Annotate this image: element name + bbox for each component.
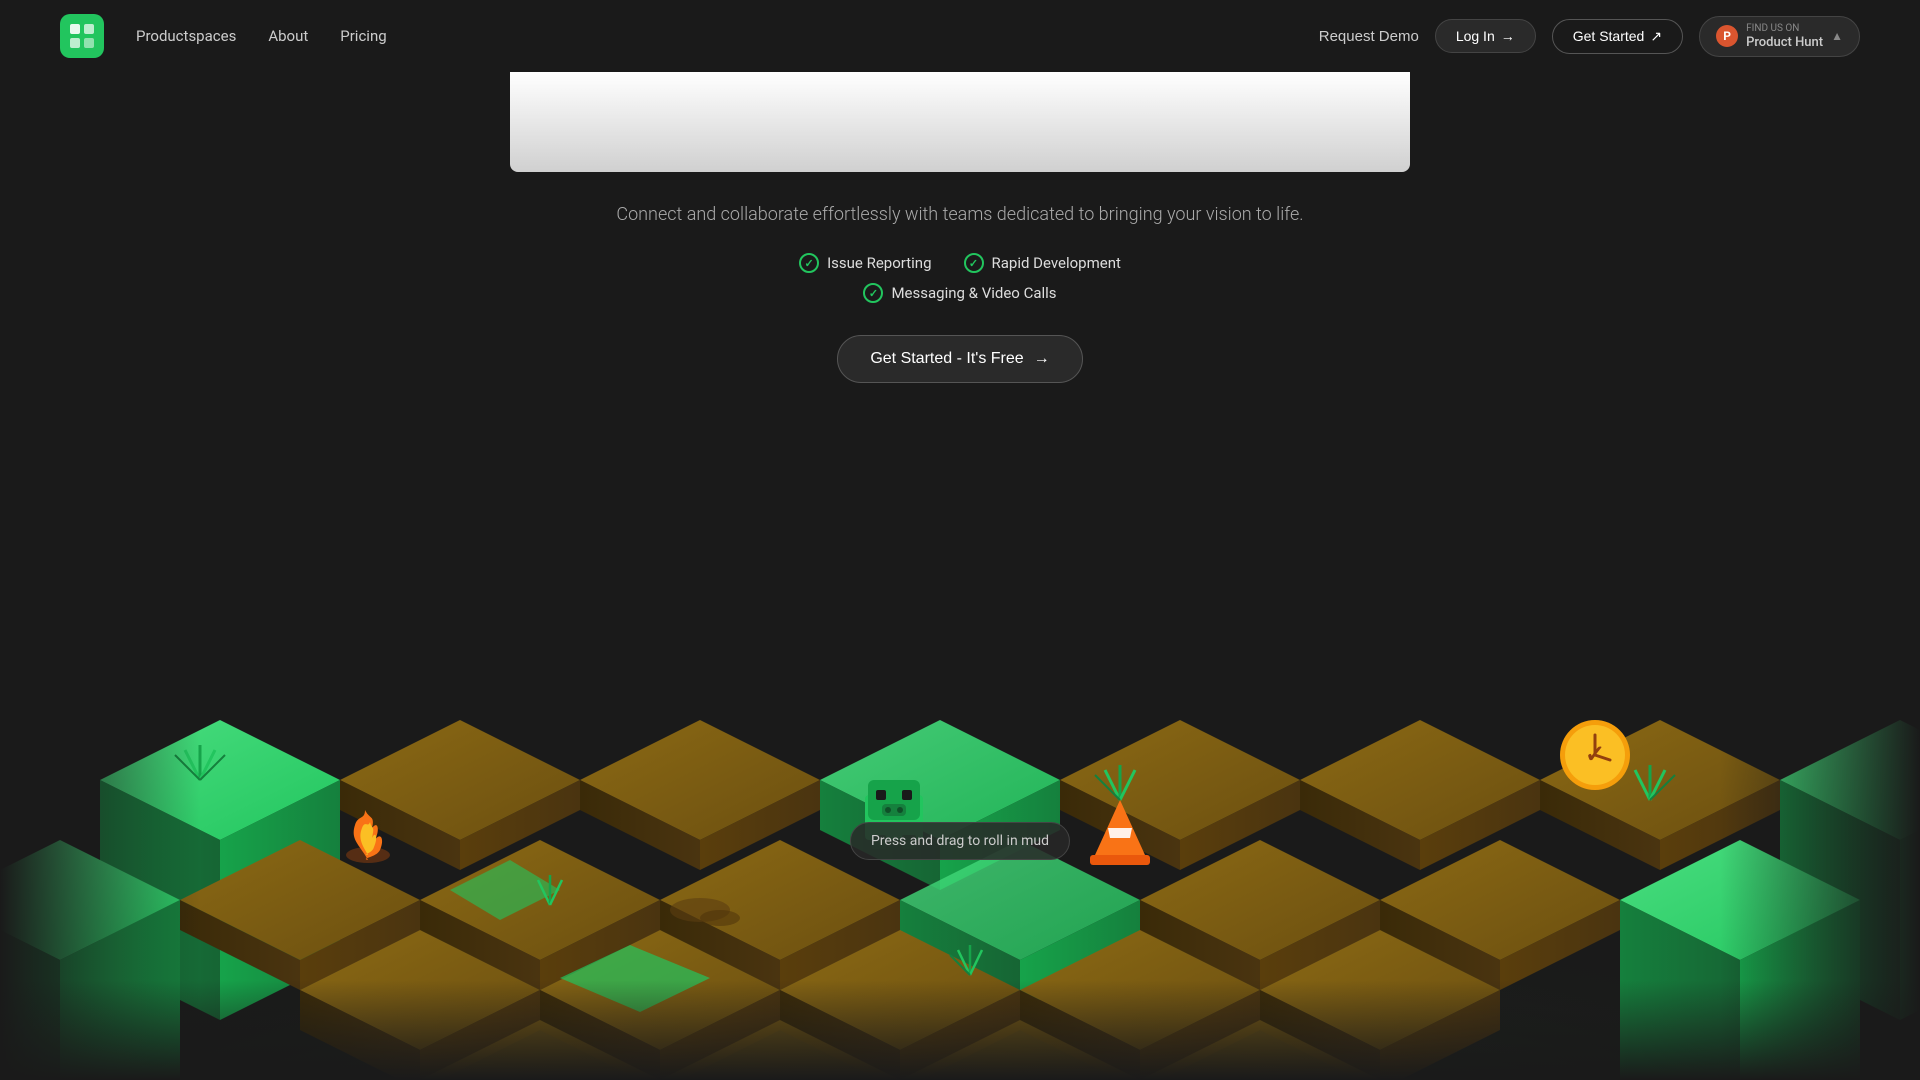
feature-label-1: Issue Reporting <box>827 254 931 272</box>
nav-about[interactable]: About <box>268 27 308 45</box>
get-started-nav-label: Get Started <box>1573 28 1645 44</box>
logo[interactable] <box>60 14 104 58</box>
nav-pricing[interactable]: Pricing <box>340 27 386 45</box>
cta-arrow-icon: → <box>1034 350 1050 368</box>
nav-productspaces[interactable]: Productspaces <box>136 27 236 45</box>
check-icon-2 <box>964 253 984 273</box>
drag-tooltip: Press and drag to roll in mud <box>850 822 1070 860</box>
request-demo-button[interactable]: Request Demo <box>1319 28 1419 45</box>
game-scene: ✓ <box>0 400 1920 1080</box>
hero-subtitle: Connect and collaborate effortlessly wit… <box>616 204 1303 225</box>
hero-section: Connect and collaborate effortlessly wit… <box>0 72 1920 383</box>
external-link-icon: ↗ <box>1650 28 1662 45</box>
product-hunt-text: FIND US ON Product Hunt <box>1746 23 1823 50</box>
login-button[interactable]: Log In → <box>1435 19 1536 53</box>
coin: ✓ <box>1560 720 1630 790</box>
game-world[interactable]: ✓ Press and drag to roll in mud <box>0 400 1920 1080</box>
cta-label: Get Started - It's Free <box>870 350 1023 368</box>
hero-banner <box>510 72 1410 172</box>
check-icon-1 <box>799 253 819 273</box>
nav-links: Productspaces About Pricing <box>136 27 1319 45</box>
features-row-2: Messaging & Video Calls <box>863 283 1056 303</box>
feature-messaging: Messaging & Video Calls <box>863 283 1056 303</box>
arrow-right-icon: → <box>1501 28 1515 44</box>
feature-label-2: Rapid Development <box>992 254 1121 272</box>
cta-get-started-button[interactable]: Get Started - It's Free → <box>837 335 1082 383</box>
features-row-1: Issue Reporting Rapid Development <box>799 253 1121 273</box>
feature-label-3: Messaging & Video Calls <box>891 284 1056 302</box>
mud-patch-2 <box>700 910 740 926</box>
check-icon-3 <box>863 283 883 303</box>
login-label: Log In <box>1456 28 1495 44</box>
feature-rapid-development: Rapid Development <box>964 253 1121 273</box>
isometric-world: ✓ <box>0 400 1920 1080</box>
tooltip-text: Press and drag to roll in mud <box>871 833 1049 849</box>
ph-chevron-icon: ▲ <box>1831 29 1843 43</box>
features-list: Issue Reporting Rapid Development Messag… <box>799 253 1121 303</box>
feature-issue-reporting: Issue Reporting <box>799 253 931 273</box>
ph-prefix: FIND US ON <box>1746 23 1823 35</box>
product-hunt-icon: P <box>1716 25 1738 47</box>
ph-name: Product Hunt <box>1746 35 1823 50</box>
get-started-nav-button[interactable]: Get Started ↗ <box>1552 19 1683 54</box>
navbar: Productspaces About Pricing Request Demo… <box>0 0 1920 72</box>
nav-right: Request Demo Log In → Get Started ↗ P FI… <box>1319 16 1860 57</box>
product-hunt-badge[interactable]: P FIND US ON Product Hunt ▲ <box>1699 16 1860 57</box>
